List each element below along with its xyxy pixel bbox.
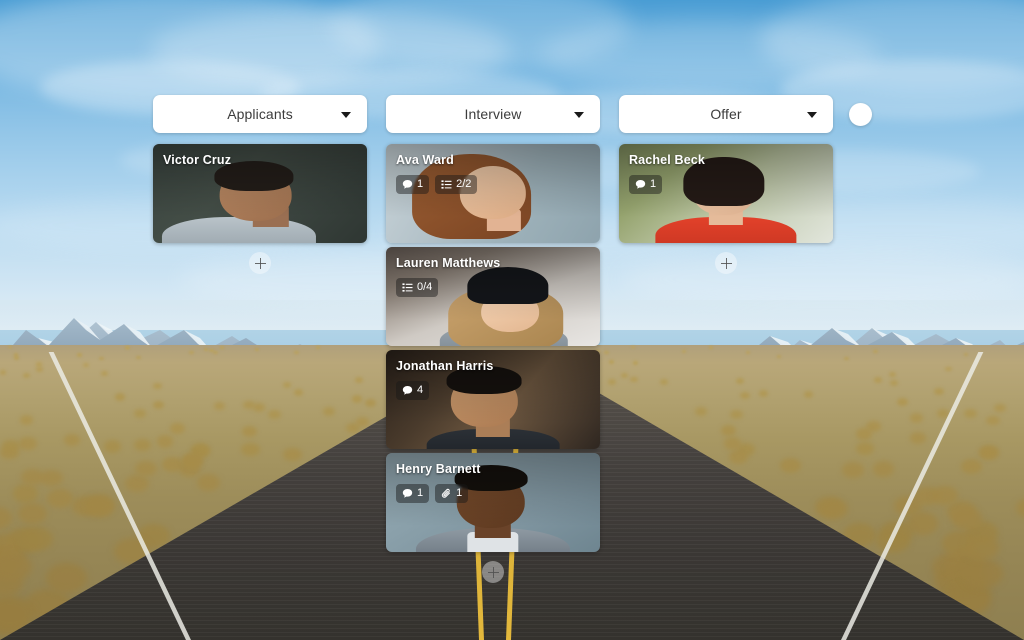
board-column-offer: Offer Rachel Beck 1	[619, 95, 833, 274]
card-badges: 4	[396, 381, 590, 400]
badge-comment[interactable]: 4	[396, 381, 430, 400]
plus-icon	[855, 109, 866, 120]
card-title: Rachel Beck	[629, 153, 705, 167]
chevron-down-icon[interactable]	[807, 112, 817, 118]
card[interactable]: Lauren Matthews 0/4	[386, 247, 600, 346]
board-column-interview: Interview Ava Ward 1 2/2 Lauren Matthews 0/4 J…	[386, 95, 600, 583]
badge-value: 4	[417, 384, 424, 396]
badge-value: 1	[417, 487, 424, 499]
card-title: Victor Cruz	[163, 153, 232, 167]
card-title: Jonathan Harris	[396, 359, 494, 373]
comment-icon	[402, 488, 413, 499]
badge-checklist[interactable]: 2/2	[435, 175, 478, 194]
comment-icon	[402, 385, 413, 396]
checklist-icon	[441, 179, 452, 190]
column-header-interview[interactable]: Interview	[386, 95, 600, 133]
column-title: Interview	[464, 106, 522, 122]
card-body: Ava Ward 1 2/2	[396, 153, 590, 194]
badge-value: 1	[650, 178, 657, 190]
badge-comment[interactable]: 1	[396, 484, 430, 503]
add-card-button-interview[interactable]	[482, 561, 504, 583]
badge-comment[interactable]: 1	[396, 175, 430, 194]
column-title: Applicants	[227, 106, 293, 122]
card-title: Henry Barnett	[396, 462, 481, 476]
attachment-icon	[441, 488, 452, 499]
add-card-button-offer[interactable]	[715, 252, 737, 274]
portrait-shape	[161, 217, 316, 243]
plus-icon	[720, 257, 732, 269]
card-badges: 1 2/2	[396, 175, 590, 194]
card[interactable]: Ava Ward 1 2/2	[386, 144, 600, 243]
card-badges: 0/4	[396, 278, 590, 297]
card-body: Victor Cruz	[163, 153, 357, 168]
card-list: Rachel Beck 1	[619, 144, 833, 243]
card-badges: 11	[396, 484, 590, 503]
card-list: Ava Ward 1 2/2 Lauren Matthews 0/4 Jonathan H…	[386, 144, 600, 552]
card[interactable]: Rachel Beck 1	[619, 144, 833, 243]
badge-value: 1	[417, 178, 424, 190]
card-body: Jonathan Harris 4	[396, 359, 590, 400]
card-title: Lauren Matthews	[396, 256, 501, 270]
badge-comment[interactable]: 1	[629, 175, 663, 194]
comment-icon	[402, 179, 413, 190]
plus-icon	[254, 257, 266, 269]
card-body: Lauren Matthews 0/4	[396, 256, 590, 297]
chevron-down-icon[interactable]	[574, 112, 584, 118]
column-header-offer[interactable]: Offer	[619, 95, 833, 133]
card[interactable]: Jonathan Harris 4	[386, 350, 600, 449]
card-title: Ava Ward	[396, 153, 454, 167]
add-list-button[interactable]	[849, 103, 872, 126]
badge-value: 2/2	[456, 178, 472, 190]
column-header-applicants[interactable]: Applicants	[153, 95, 367, 133]
card-list: Victor Cruz	[153, 144, 367, 243]
add-card-button-applicants[interactable]	[249, 252, 271, 274]
card-body: Rachel Beck 1	[629, 153, 823, 194]
plus-icon	[487, 566, 499, 578]
column-title: Offer	[710, 106, 742, 122]
board-columns: Applicants Victor Cruz Interview Ava Ward 1 2…	[153, 95, 833, 583]
card-body: Henry Barnett 1 1	[396, 462, 590, 503]
badge-checklist[interactable]: 0/4	[396, 278, 439, 297]
board-column-applicants: Applicants Victor Cruz	[153, 95, 367, 274]
badge-value: 1	[456, 487, 463, 499]
chevron-down-icon[interactable]	[341, 112, 351, 118]
kanban-board: Applicants Victor Cruz Interview Ava Ward 1 2…	[0, 0, 1024, 640]
checklist-icon	[402, 282, 413, 293]
comment-icon	[635, 179, 646, 190]
badge-attachment[interactable]: 1	[435, 484, 469, 503]
card[interactable]: Henry Barnett 1 1	[386, 453, 600, 552]
badge-value: 0/4	[417, 281, 433, 293]
card-badges: 1	[629, 175, 823, 194]
card[interactable]: Victor Cruz	[153, 144, 367, 243]
